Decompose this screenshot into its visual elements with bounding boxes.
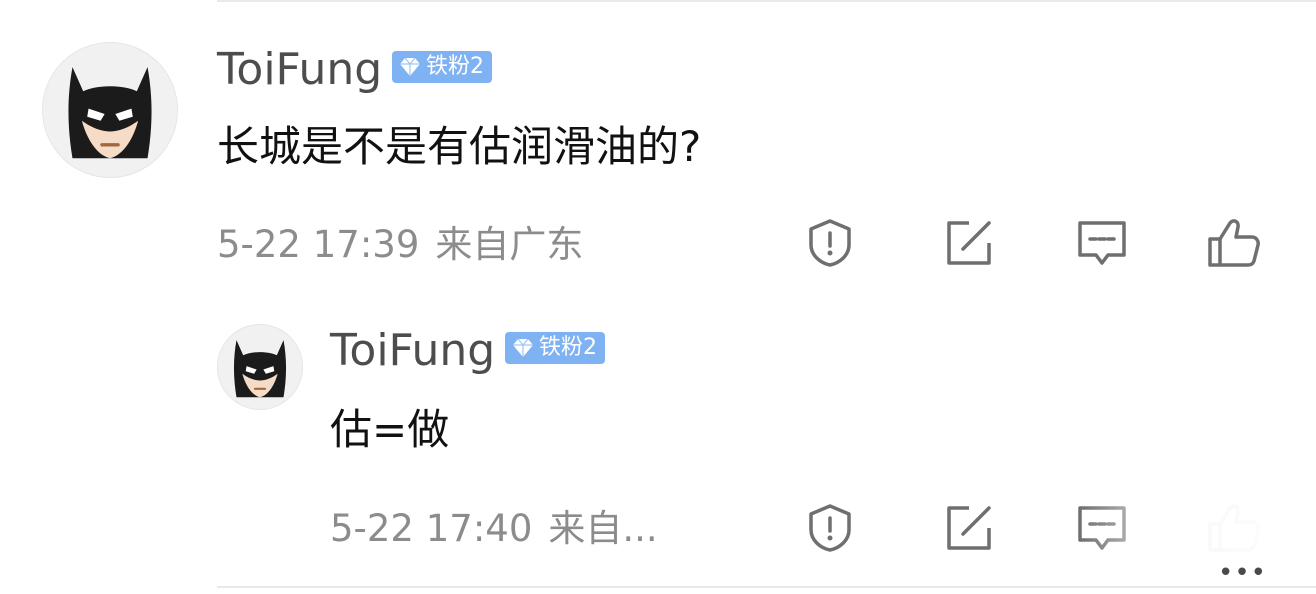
- reply-share-button[interactable]: [941, 500, 997, 556]
- comment-text: 长城是不是有估润滑油的?: [217, 122, 702, 171]
- badge-label: 铁粉2: [426, 54, 484, 79]
- like-button[interactable]: [1206, 215, 1262, 271]
- bottom-divider: [217, 586, 1316, 588]
- comment-meta: 5-22 17:39 来自广东: [217, 222, 583, 268]
- reply-user-avatar[interactable]: [217, 324, 303, 410]
- thumbs-up-icon: [1208, 219, 1260, 267]
- batman-avatar-icon: [68, 67, 152, 159]
- fan-badge[interactable]: 铁粉2: [392, 51, 492, 83]
- shield-alert-icon: [809, 219, 851, 267]
- comment-button[interactable]: [1074, 215, 1130, 271]
- user-avatar[interactable]: [42, 42, 178, 178]
- diamond-icon: [400, 57, 420, 76]
- reply-badge-label: 铁粉2: [539, 335, 597, 360]
- username[interactable]: ToiFung: [217, 44, 382, 96]
- reply-location: 来自...: [548, 507, 658, 550]
- comment-location: 来自广东: [435, 223, 584, 266]
- share-button[interactable]: [941, 215, 997, 271]
- reply-date: 5-22 17:40: [330, 507, 533, 550]
- reply-username[interactable]: ToiFung: [330, 325, 495, 377]
- comment-date: 5-22 17:39: [217, 223, 420, 266]
- diamond-icon: [513, 338, 533, 357]
- shield-alert-icon: [809, 504, 851, 552]
- reply-report-button[interactable]: [802, 500, 858, 556]
- more-indicator: •••: [1218, 558, 1268, 588]
- share-external-icon: [947, 506, 991, 550]
- reply-fan-badge[interactable]: 铁粉2: [505, 332, 605, 364]
- report-button[interactable]: [802, 215, 858, 271]
- fade-overlay: [1080, 500, 1316, 594]
- share-external-icon: [947, 221, 991, 265]
- reply-text: 估=做: [330, 405, 450, 454]
- reply-meta: 5-22 17:40 来自...: [330, 506, 658, 552]
- comment-bubble-icon: [1078, 221, 1126, 265]
- batman-avatar-icon: [233, 340, 287, 398]
- top-divider: [217, 0, 1316, 2]
